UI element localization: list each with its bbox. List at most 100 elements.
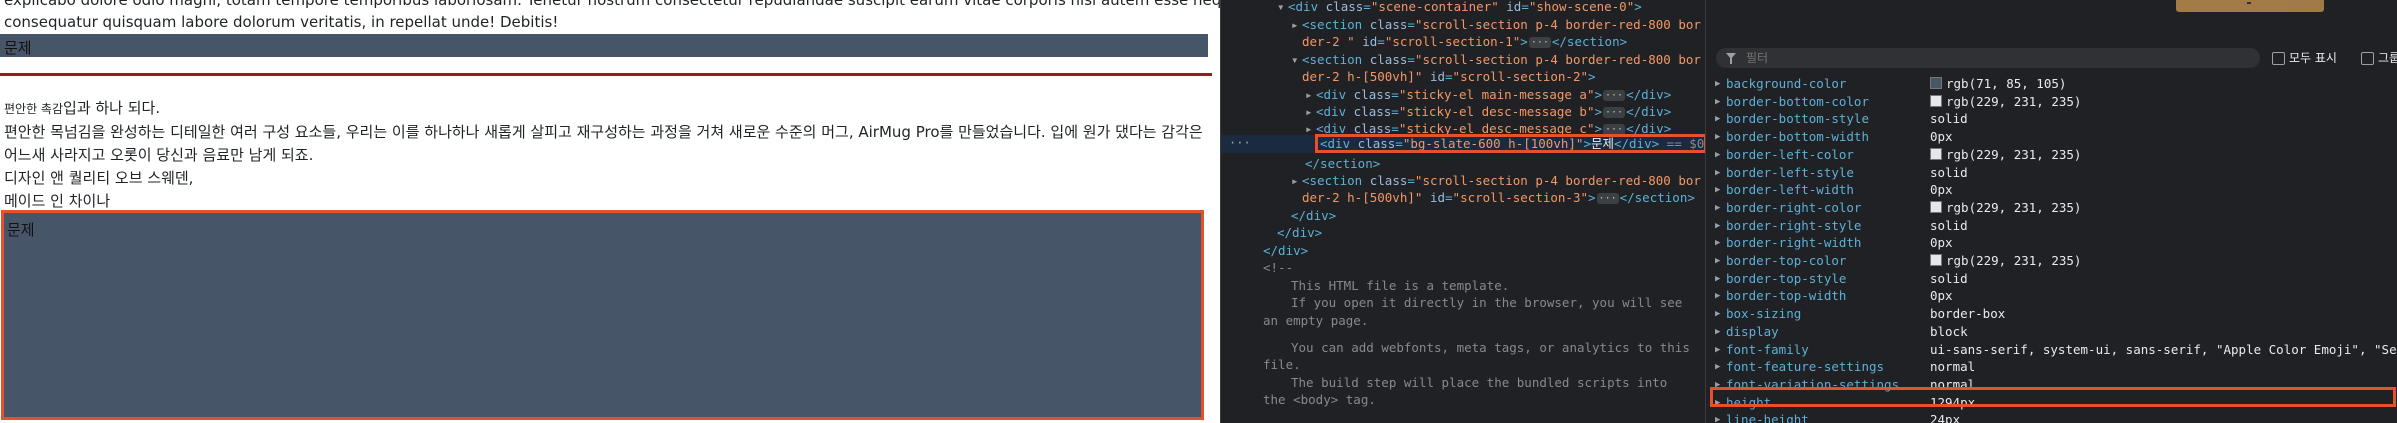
tree-node-continuation[interactable]: der-2 h-[500vh]" id="scroll-section-2"> (1302, 68, 1596, 86)
property-name: border-right-width (1726, 235, 1862, 251)
paragraph-line: 편안한 목넘김을 완성하는 디테일한 여러 구성 요소들, 우리는 이를 하나하… (4, 123, 1203, 141)
tree-node[interactable]: ▾ <section class="scroll-section p-4 bord… (1291, 51, 1701, 69)
color-swatch-icon[interactable] (1930, 77, 1942, 89)
tree-node[interactable]: ▸ <section class="scroll-section p-4 bord… (1291, 172, 1701, 190)
computed-property-row[interactable]: ▶ border-right-width 0px (1706, 234, 2397, 252)
expand-arrow-icon[interactable]: ▶ (1715, 93, 1720, 111)
comment-line[interactable]: the <body> tag. (1263, 391, 1376, 409)
expand-arrow-icon[interactable]: ▶ (1715, 341, 1720, 359)
computed-property-row[interactable]: ▶ border-bottom-style solid (1706, 110, 2397, 128)
expand-arrow-icon[interactable]: ▶ (1715, 323, 1720, 341)
tree-node[interactable]: ▸ <div class="sticky-el main-message a"> ·… (1305, 86, 1671, 104)
property-value: solid (1930, 270, 1968, 288)
filter-input[interactable] (1716, 48, 2260, 68)
computed-property-row[interactable]: ▶ background-color rgb(71, 85, 105) (1706, 75, 2397, 93)
expand-arrow-icon[interactable]: ▶ (1715, 305, 1720, 323)
computed-property-row[interactable]: ▶ border-right-color rgb(229, 231, 235) (1706, 199, 2397, 217)
property-value-text: solid (1930, 270, 1968, 286)
comment-line[interactable]: The build step will place the bundled sc… (1291, 374, 1667, 392)
box-label: 문제 (7, 221, 35, 239)
tree-node-close[interactable]: </div> (1263, 242, 1308, 260)
property-name: line-height (1726, 412, 1809, 423)
computed-property-row[interactable]: ▶ border-left-color rgb(229, 231, 235) (1706, 146, 2397, 164)
expand-arrow-icon[interactable]: ▶ (1715, 270, 1720, 288)
property-value: 0px (1930, 128, 1953, 146)
property-value: solid (1930, 110, 1968, 128)
color-swatch-icon[interactable] (1930, 147, 1942, 160)
computed-property-row[interactable]: ▶ border-bottom-width 0px (1706, 128, 2397, 146)
comment-line[interactable]: If you open it directly in the browser, … (1291, 294, 1682, 312)
expand-arrow-icon[interactable]: ▸ (1291, 172, 1302, 190)
collapse-arrow-icon[interactable]: ▾ (1291, 51, 1302, 69)
show-all-checkbox[interactable] (2272, 52, 2285, 65)
tree-node-continuation[interactable]: der-2 " id="scroll-section-1"> ··· </secti… (1302, 33, 1627, 51)
comment-line[interactable]: You can add webfonts, meta tags, or anal… (1291, 339, 1690, 357)
group-checkbox[interactable] (2361, 52, 2374, 65)
computed-property-row[interactable]: ▶ border-left-style solid (1706, 164, 2397, 182)
tree-node-close[interactable]: </div> (1291, 207, 1336, 225)
expand-arrow-icon[interactable]: ▸ (1305, 86, 1316, 104)
tree-node-close[interactable]: </div> (1277, 224, 1322, 242)
paragraph-line: 디자인 앤 퀄리티 오브 스웨덴, (4, 169, 194, 187)
tree-node[interactable]: ▸ <div class="sticky-el desc-message b"> ·… (1305, 103, 1671, 121)
computed-property-row[interactable]: ▶ box-sizing border-box (1706, 305, 2397, 323)
color-swatch-icon[interactable] (1930, 200, 1942, 213)
tree-node[interactable]: ▸ <section class="scroll-section p-4 bord… (1291, 16, 1701, 34)
expand-arrow-icon[interactable]: ▸ (1305, 103, 1316, 121)
comment-open[interactable]: <!-- (1263, 259, 1293, 277)
show-all-label: 모두 표시 (2289, 51, 2337, 65)
expand-arrow-icon[interactable]: ▶ (1715, 75, 1720, 93)
ellipsis-badge[interactable]: ··· (1603, 107, 1626, 118)
expand-arrow-icon[interactable]: ▶ (1715, 217, 1720, 235)
computed-property-row[interactable]: ▶ border-right-style solid (1706, 217, 2397, 235)
computed-property-row[interactable]: ▶ border-top-width 0px (1706, 287, 2397, 305)
elements-tree-panel: ▾ <div class="scene-container" id="show-s… (1221, 0, 1705, 423)
ellipsis-badge[interactable]: ··· (1528, 37, 1551, 48)
computed-property-row[interactable]: ▶ font-family ui-sans-serif, system-ui, sa… (1706, 341, 2397, 359)
expand-arrow-icon[interactable]: ▶ (1715, 234, 1720, 252)
computed-property-row[interactable]: ▶ font-feature-settings normal (1706, 358, 2397, 376)
tree-node-close[interactable]: </section> (1305, 155, 1380, 173)
property-value-text: rgb(71, 85, 105) (1946, 76, 2067, 91)
expand-arrow-icon[interactable]: ▶ (1715, 181, 1720, 199)
more-options-icon[interactable]: ··· (1229, 136, 1251, 150)
property-name: border-left-width (1726, 182, 1854, 198)
rendered-page: explicabo dolore odio magni, totam tempo… (0, 0, 1220, 423)
property-value: rgb(71, 85, 105) (1930, 75, 2066, 93)
filter-icon (1726, 53, 1736, 64)
computed-property-row[interactable]: ▶ border-top-color rgb(229, 231, 235) (1706, 252, 2397, 270)
expand-arrow-icon[interactable]: ▶ (1715, 287, 1720, 305)
ellipsis-badge[interactable]: ··· (1603, 90, 1626, 101)
property-value: rgb(229, 231, 235) (1930, 252, 2081, 270)
comment-line[interactable]: file. (1263, 356, 1301, 374)
computed-property-row[interactable]: ▶ border-left-width 0px (1706, 181, 2397, 199)
comment-line[interactable]: This HTML file is a template. (1291, 277, 1509, 295)
tree-node-continuation[interactable]: der-2 h-[500vh]" id="scroll-section-3"> ·… (1302, 189, 1695, 207)
expand-arrow-icon[interactable]: ▶ (1715, 128, 1720, 146)
color-swatch-icon[interactable] (1930, 254, 1942, 266)
expand-arrow-icon[interactable]: ▶ (1715, 252, 1720, 270)
property-name: border-bottom-style (1726, 111, 1869, 127)
property-value-text: 0px (1930, 288, 1953, 304)
computed-property-row[interactable]: ▶ border-top-style solid (1706, 270, 2397, 288)
comment-line[interactable]: an empty page. (1263, 312, 1368, 330)
expand-arrow-icon[interactable]: ▶ (1715, 110, 1720, 128)
property-value: 0px (1930, 287, 1953, 305)
computed-property-row[interactable]: ▶ border-bottom-color rgb(229, 231, 235) (1706, 93, 2397, 111)
color-swatch-icon[interactable] (1930, 94, 1942, 107)
tree-node[interactable]: ▾ <div class="scene-container" id="show-s… (1277, 0, 1642, 16)
expand-arrow-icon[interactable]: ▸ (1291, 16, 1302, 34)
computed-property-row[interactable]: ▶ display block (1706, 323, 2397, 341)
collapse-arrow-icon[interactable]: ▾ (1277, 0, 1288, 16)
property-name: border-left-color (1726, 146, 1854, 162)
expand-arrow-icon[interactable]: ▶ (1715, 199, 1720, 217)
expand-arrow-icon[interactable]: ▶ (1715, 146, 1720, 164)
ellipsis-badge[interactable]: ··· (1596, 193, 1619, 204)
box-model-preview (2176, 0, 2324, 12)
expand-arrow-icon[interactable]: ▶ (1715, 358, 1720, 376)
expand-arrow-icon[interactable]: ▶ (1715, 164, 1720, 182)
property-value-text: rgb(229, 231, 235) (1946, 199, 2082, 215)
expand-arrow-icon[interactable]: ▶ (1715, 411, 1720, 423)
computed-property-row[interactable]: ▶ line-height 24px (1706, 411, 2397, 423)
property-value: solid (1930, 164, 1968, 182)
